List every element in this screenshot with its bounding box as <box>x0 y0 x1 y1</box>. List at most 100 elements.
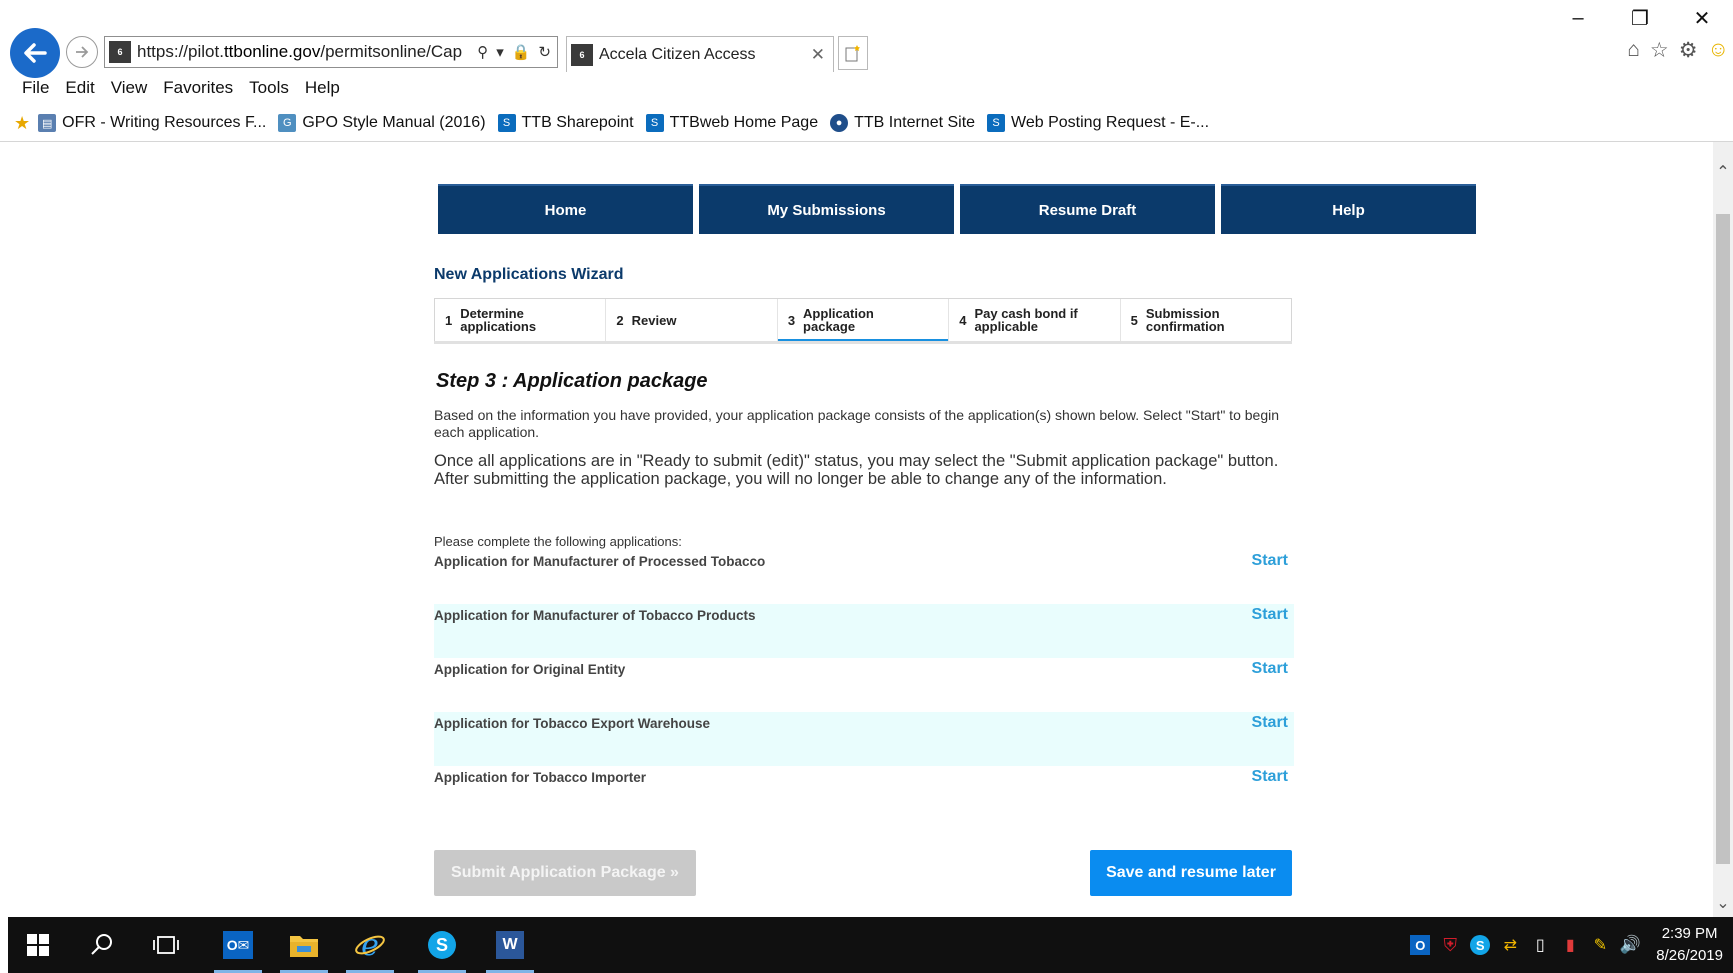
wizard-steps: 1 Determine applications 2 Review 3 Appli… <box>434 298 1292 342</box>
application-name: Application for Manufacturer of Tobacco … <box>434 608 756 623</box>
start-link[interactable]: Start <box>1252 768 1288 786</box>
favorite-item[interactable]: G GPO Style Manual (2016) <box>278 114 486 132</box>
sharepoint-icon: S <box>645 114 664 132</box>
application-row: Application for Original Entity Start <box>434 658 1294 712</box>
sync-icon[interactable]: ⇄ <box>1500 935 1520 955</box>
minimize-icon[interactable]: – <box>1547 0 1609 36</box>
address-url[interactable]: https://pilot.ttbonline.gov/permitsonlin… <box>137 42 477 62</box>
taskbar-word[interactable]: W <box>482 917 538 973</box>
close-tab-icon[interactable]: ✕ <box>811 45 825 65</box>
lock-icon[interactable]: 🔒 <box>512 43 531 61</box>
scroll-down-icon[interactable]: ⌄ <box>1713 893 1733 913</box>
address-bar[interactable]: 6 https://pilot.ttbonline.gov/permitsonl… <box>104 36 558 68</box>
start-link[interactable]: Start <box>1252 552 1288 570</box>
task-view-icon <box>153 936 179 954</box>
svg-text:e: e <box>361 929 379 961</box>
windows-taskbar: O✉ e S W O ⛨ S ⇄ ▯ ▮ ✎ 🔊 2:39 PM 8/26/20… <box>8 917 1733 973</box>
tab-title: Accela Citizen Access <box>599 45 756 63</box>
forward-button[interactable] <box>66 36 98 68</box>
menu-favorites[interactable]: Favorites <box>155 76 241 106</box>
submit-application-package-button[interactable]: Submit Application Package » <box>434 850 696 896</box>
start-link[interactable]: Start <box>1252 714 1288 732</box>
start-link[interactable]: Start <box>1252 606 1288 624</box>
battery-icon[interactable]: ▮ <box>1560 935 1580 955</box>
taskbar-internet-explorer[interactable]: e <box>342 917 398 973</box>
menu-file[interactable]: File <box>14 76 57 106</box>
tab-favicon-icon: 6 <box>571 43 593 66</box>
new-tab-button[interactable] <box>838 36 868 70</box>
new-tab-icon <box>845 45 860 62</box>
internet-explorer-icon: e <box>355 929 385 961</box>
browser-tab[interactable]: 6 Accela Citizen Access ✕ <box>566 36 834 72</box>
window-controls: – ❐ ✕ <box>1547 0 1733 36</box>
system-clock[interactable]: 2:39 PM 8/26/2019 <box>1656 923 1723 967</box>
arrow-left-icon <box>24 43 47 63</box>
task-view-button[interactable] <box>138 917 194 973</box>
refresh-icon[interactable]: ↻ <box>538 43 551 61</box>
favorite-item[interactable]: S TTBweb Home Page <box>645 114 818 132</box>
search-icon <box>91 934 112 955</box>
restore-icon[interactable]: ❐ <box>1609 0 1671 36</box>
mcafee-icon[interactable]: ⛨ <box>1440 935 1460 955</box>
search-icon[interactable]: ⚲ <box>477 43 488 61</box>
close-window-icon[interactable]: ✕ <box>1671 0 1733 36</box>
dropdown-icon[interactable]: ▾ <box>496 43 504 61</box>
menu-tools[interactable]: Tools <box>241 76 297 106</box>
menu-bar: File Edit View Favorites Tools Help <box>0 76 348 106</box>
menu-help[interactable]: Help <box>297 76 348 106</box>
taskbar-search-button[interactable] <box>74 917 130 973</box>
taskbar-outlook[interactable]: O✉ <box>210 917 266 973</box>
application-name: Application for Tobacco Importer <box>434 770 647 785</box>
nav-my-submissions[interactable]: My Submissions <box>699 184 954 234</box>
volume-icon[interactable]: 🔊 <box>1620 935 1641 955</box>
word-icon: W <box>496 931 524 959</box>
menu-view[interactable]: View <box>103 76 156 106</box>
favorite-item[interactable]: ▤ OFR - Writing Resources F... <box>38 114 266 132</box>
start-link[interactable]: Start <box>1252 660 1288 678</box>
home-icon[interactable]: ⌂ <box>1627 38 1640 63</box>
menu-edit[interactable]: Edit <box>57 76 102 106</box>
settings-gear-icon[interactable]: ⚙ <box>1679 38 1698 63</box>
favorite-item[interactable]: S Web Posting Request - E-... <box>987 114 1209 132</box>
scroll-thumb[interactable] <box>1716 214 1730 864</box>
browser-chrome: – ❐ ✕ 6 https://pilot.ttbonline.gov/perm… <box>0 0 1733 142</box>
smiley-icon[interactable]: ☺ <box>1708 38 1729 63</box>
main-nav: Home My Submissions Resume Draft Help <box>438 184 1476 234</box>
taskbar-skype[interactable]: S <box>414 917 470 973</box>
favorites-add-icon[interactable]: ★ <box>14 113 30 134</box>
system-tray: O ⛨ S ⇄ ▯ ▮ ✎ 🔊 2:39 PM 8/26/2019 <box>1410 917 1723 973</box>
vertical-scrollbar[interactable]: ⌃ ⌄ <box>1713 142 1733 917</box>
outlook-tray-icon[interactable]: O <box>1410 935 1431 955</box>
outlook-icon: O✉ <box>223 931 253 959</box>
favorite-item[interactable]: S TTB Sharepoint <box>497 114 634 132</box>
sharepoint-icon: S <box>987 114 1006 132</box>
save-and-resume-later-button[interactable]: Save and resume later <box>1090 850 1292 896</box>
notes-icon[interactable]: ✎ <box>1590 935 1610 955</box>
skype-tray-icon[interactable]: S <box>1470 935 1491 955</box>
nav-resume-draft[interactable]: Resume Draft <box>960 184 1215 234</box>
favorite-item[interactable]: ● TTB Internet Site <box>830 114 975 132</box>
submit-instructions: Once all applications are in "Ready to s… <box>434 452 1279 488</box>
wizard-step-3-active: 3 Application package <box>777 299 950 342</box>
application-name: Application for Tobacco Export Warehouse <box>434 716 711 731</box>
nav-home[interactable]: Home <box>438 184 693 234</box>
gpo-icon: G <box>278 114 297 132</box>
favorites-star-icon[interactable]: ☆ <box>1650 38 1669 63</box>
wizard-step-5: 5 Submission confirmation <box>1130 306 1225 334</box>
skype-icon: S <box>428 931 456 959</box>
scroll-up-icon[interactable]: ⌃ <box>1713 162 1733 182</box>
clock-date: 8/26/2019 <box>1656 947 1723 964</box>
page-viewport: Home My Submissions Resume Draft Help Ne… <box>8 142 1713 917</box>
back-button[interactable] <box>10 28 60 78</box>
step-heading: Step 3 : Application package <box>436 370 708 392</box>
seal-icon: ● <box>830 114 849 132</box>
windows-logo-icon <box>27 934 49 956</box>
folder-icon <box>290 936 318 957</box>
taskbar-file-explorer[interactable] <box>276 917 332 973</box>
favorites-bar: ★ ▤ OFR - Writing Resources F... G GPO Sty… <box>0 108 1221 138</box>
nav-help[interactable]: Help <box>1221 184 1476 234</box>
applications-label: Please complete the following applicatio… <box>434 534 682 549</box>
usb-icon[interactable]: ▯ <box>1530 935 1550 955</box>
start-button[interactable] <box>10 917 66 973</box>
clock-time: 2:39 PM <box>1661 925 1718 942</box>
